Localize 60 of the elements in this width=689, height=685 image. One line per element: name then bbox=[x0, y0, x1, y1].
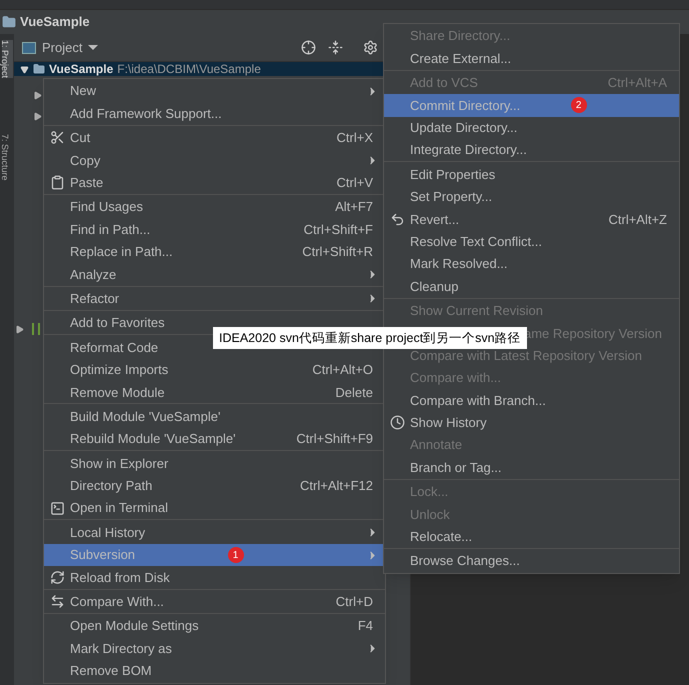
menu-item[interactable]: Edit Properties bbox=[384, 163, 679, 186]
menu-item[interactable]: Mark Resolved... bbox=[384, 252, 679, 276]
menu-item[interactable]: Open in Terminal bbox=[44, 497, 385, 520]
menu-item[interactable]: Remove BOM bbox=[44, 660, 385, 682]
side-tab[interactable]: 7: Structure bbox=[2, 134, 13, 181]
shortcut-label: Delete bbox=[335, 384, 373, 402]
menu-item[interactable]: Copy bbox=[44, 149, 385, 172]
menu-item[interactable]: Resolve Text Conflict... bbox=[384, 230, 679, 253]
menu-item[interactable]: Optimize Imports Ctrl+Alt+O bbox=[44, 358, 385, 382]
menu-item[interactable]: Add Framework Support... bbox=[44, 102, 385, 125]
view-dropdown[interactable]: Project bbox=[42, 38, 98, 58]
shortcut-label: Ctrl+X bbox=[336, 129, 373, 148]
menu-item[interactable]: Commit Directory... 2 bbox=[384, 94, 679, 117]
menu-item[interactable]: Analyze bbox=[44, 263, 385, 286]
menu-item[interactable]: Find Usages Alt+F7 bbox=[44, 196, 385, 218]
shortcut-label: Ctrl+V bbox=[336, 174, 373, 192]
menu-item[interactable]: Directory Path Ctrl+Alt+F12 bbox=[44, 474, 385, 498]
menu-item[interactable]: Compare with Branch... bbox=[384, 389, 679, 412]
shortcut-label: F4 bbox=[358, 617, 373, 636]
menu-item[interactable]: Relocate... bbox=[384, 526, 679, 548]
menu-item[interactable]: Refactor bbox=[44, 288, 385, 310]
caption: IDEA2020 svn代码重新share project到另一个svn路径 bbox=[213, 327, 527, 349]
shortcut-label: Ctrl+Shift+F9 bbox=[296, 430, 373, 448]
menu-item[interactable]: Show History bbox=[384, 412, 679, 434]
menu-item[interactable]: Paste Ctrl+V bbox=[44, 172, 385, 194]
shortcut-label: Ctrl+D bbox=[336, 593, 373, 612]
menu-item[interactable]: Mark Directory as bbox=[44, 637, 385, 660]
menu-item[interactable]: Remove Module Delete bbox=[44, 381, 385, 404]
menu-item[interactable]: Reload from Disk bbox=[44, 566, 385, 589]
menu-item[interactable]: Replace in Path... Ctrl+Shift+R bbox=[44, 240, 385, 264]
menu-item[interactable]: Show in Explorer bbox=[44, 452, 385, 475]
shortcut-label: Ctrl+Alt+F12 bbox=[300, 477, 373, 496]
side-tab[interactable]: 1: Project bbox=[2, 40, 13, 78]
shortcut-label: Ctrl+Alt+A bbox=[608, 74, 667, 92]
menu-item[interactable]: Integrate Directory... bbox=[384, 138, 679, 162]
menu-item[interactable]: Revert... Ctrl+Alt+Z bbox=[384, 208, 679, 231]
menu-item[interactable]: Cleanup bbox=[384, 275, 679, 298]
menu-item[interactable]: Cut Ctrl+X bbox=[44, 126, 385, 150]
menu-item[interactable]: Browse Changes... bbox=[384, 550, 679, 572]
menu-item[interactable]: Set Property... bbox=[384, 186, 679, 208]
shortcut-label: Ctrl+Alt+O bbox=[312, 361, 373, 380]
menu-item[interactable]: New bbox=[44, 80, 385, 102]
step-badge: 1 bbox=[228, 547, 244, 563]
window-title: VueSample bbox=[20, 13, 90, 32]
shortcut-label: Ctrl+Shift+F bbox=[304, 220, 373, 239]
menu-item[interactable]: Open Module Settings F4 bbox=[44, 614, 385, 638]
tree-path: F:\idea\DCBIM\VueSample bbox=[117, 63, 261, 75]
tree-label: VueSample bbox=[49, 63, 114, 75]
shortcut-label: Ctrl+Shift+R bbox=[302, 243, 373, 262]
menu-item[interactable]: Compare With... Ctrl+D bbox=[44, 590, 385, 613]
shortcut-label: Alt+F7 bbox=[335, 198, 373, 216]
menu-item[interactable]: Update Directory... bbox=[384, 116, 679, 139]
menu-item[interactable]: Branch or Tag... bbox=[384, 456, 679, 479]
step-badge: 2 bbox=[570, 97, 587, 114]
menu-item[interactable]: Build Module 'VueSample' bbox=[44, 405, 385, 428]
menu-item[interactable]: Find in Path... Ctrl+Shift+F bbox=[44, 218, 385, 241]
menu-item[interactable]: Rebuild Module 'VueSample' Ctrl+Shift+F9 bbox=[44, 428, 385, 450]
shortcut-label: Ctrl+Alt+Z bbox=[608, 210, 667, 229]
menu-item[interactable]: Local History bbox=[44, 521, 385, 544]
menu-item[interactable]: Subversion 1 bbox=[44, 544, 385, 566]
